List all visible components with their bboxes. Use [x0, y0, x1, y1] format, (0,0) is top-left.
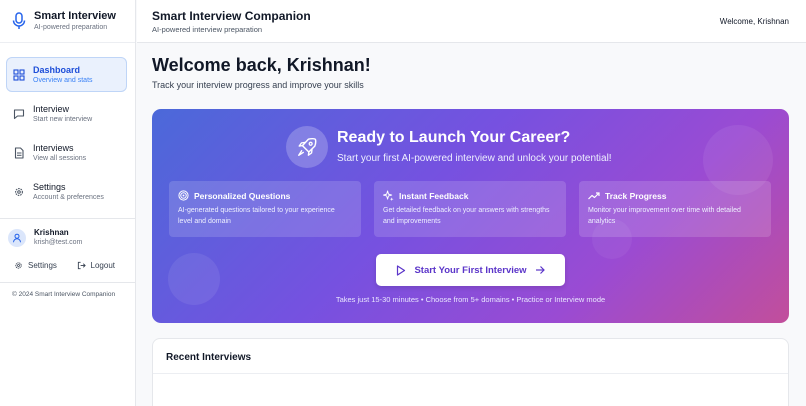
sparkles-icon — [383, 190, 394, 201]
sidebar-item-dashboard[interactable]: Dashboard Overview and stats — [6, 57, 127, 92]
sidebar-item-label: Interview — [33, 103, 70, 114]
sidebar-item-desc: Overview and stats — [33, 76, 93, 84]
recent-interviews-card: Recent Interviews — [152, 338, 789, 406]
welcome-user-text: Welcome, Krishnan — [719, 17, 789, 26]
sidebar-item-label: Dashboard — [33, 64, 81, 75]
start-first-interview-button[interactable]: Start Your First Interview — [376, 254, 565, 286]
settings-button-label: Settings — [28, 261, 57, 270]
arrow-right-icon — [535, 266, 545, 274]
top-header: Smart Interview Companion AI-powered int… — [137, 0, 806, 43]
user-name: Krishnan — [34, 228, 69, 237]
sidebar-item-interviews[interactable]: Interviews View all sessions — [6, 135, 127, 170]
avatar — [8, 228, 26, 247]
gear-icon — [15, 262, 22, 269]
page-header-title: Smart Interview Companion — [152, 9, 311, 23]
rocket-icon — [298, 137, 317, 156]
hero-note: Takes just 15-30 minutes • Choose from 5… — [335, 295, 606, 304]
sidebar-nav: Dashboard Overview and stats Interview S… — [0, 43, 135, 209]
sidebar-item-label: Settings — [33, 181, 66, 192]
sidebar-item-settings[interactable]: Settings Account & preferences — [6, 174, 127, 209]
gear-icon — [15, 187, 23, 196]
brand-subtitle: AI-powered preparation — [34, 23, 108, 31]
feature-title: Instant Feedback — [399, 190, 469, 201]
feature-card-track-progress: Track Progress Monitor your improvement … — [579, 181, 771, 237]
user-actions: Settings Logout — [8, 247, 127, 270]
logout-icon — [77, 261, 86, 270]
cta-label: Start Your First Interview — [414, 264, 527, 276]
page-title: Welcome back, Krishnan! — [152, 55, 371, 75]
sidebar: Smart Interview AI-powered preparation D… — [0, 0, 136, 406]
user-panel: Krishnan krish@test.com Settings Logout — [0, 218, 135, 270]
microphone-icon — [12, 12, 26, 29]
document-icon — [14, 146, 24, 159]
settings-button[interactable]: Settings — [14, 261, 57, 270]
sidebar-item-desc: Account & preferences — [33, 193, 104, 201]
page-header-subtitle: AI-powered interview preparation — [152, 25, 263, 34]
sidebar-footer: © 2024 Smart Interview Companion — [0, 282, 135, 298]
recent-interviews-title: Recent Interviews — [166, 352, 252, 363]
feature-card-instant-feedback: Instant Feedback Get detailed feedback o… — [374, 181, 566, 237]
logout-button-label: Logout — [90, 261, 115, 270]
hero-title: Ready to Launch Your Career? — [337, 129, 571, 146]
hero-subtitle: Start your first AI-powered interview an… — [337, 153, 612, 164]
sidebar-item-desc: Start new interview — [33, 115, 93, 123]
logout-button[interactable]: Logout — [77, 261, 115, 270]
trending-up-icon — [588, 192, 600, 200]
hero-banner: Ready to Launch Your Career? Start your … — [152, 109, 789, 323]
page-subtitle: Track your interview progress and improv… — [152, 80, 364, 90]
feature-description: AI-generated questions tailored to your … — [178, 207, 335, 225]
chat-bubble-icon — [13, 108, 25, 119]
sidebar-item-desc: View all sessions — [33, 154, 87, 162]
play-icon — [397, 264, 406, 276]
feature-description: Get detailed feedback on your answers wi… — [383, 207, 550, 225]
rocket-badge — [286, 126, 328, 168]
sidebar-item-label: Interviews — [33, 142, 74, 153]
feature-description: Monitor your improvement over time with … — [588, 207, 741, 225]
sidebar-item-interview[interactable]: Interview Start new interview — [6, 96, 127, 131]
brand-title: Smart Interview — [34, 9, 116, 22]
brand[interactable]: Smart Interview AI-powered preparation — [0, 0, 135, 43]
feature-card-personalized-questions: Personalized Questions AI-generated ques… — [169, 181, 361, 237]
user-icon — [13, 233, 21, 242]
user-email: krish@test.com — [34, 239, 83, 246]
user-profile[interactable]: Krishnan krish@test.com — [8, 228, 127, 247]
divider — [153, 373, 788, 374]
dashboard-grid-icon — [13, 68, 25, 81]
feature-title: Track Progress — [605, 190, 667, 201]
feature-title: Personalized Questions — [194, 190, 291, 201]
target-icon — [178, 190, 189, 201]
